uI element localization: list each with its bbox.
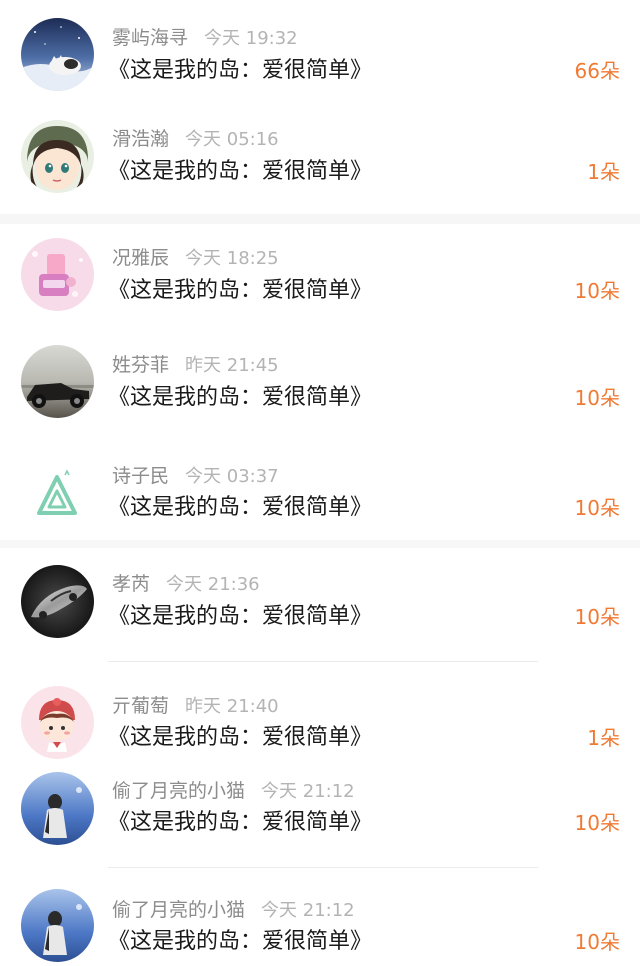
username[interactable]: 偷了月亮的小猫 (112, 780, 245, 802)
cartoon-girl-avatar[interactable] (21, 120, 94, 193)
song-title: 《这是我的岛：爱很简单》 (108, 810, 373, 835)
flower-count: 10朵 (574, 605, 620, 629)
cartoon-kid-avatar[interactable] (21, 686, 94, 759)
timestamp: 昨天 21:40 (185, 696, 279, 717)
meta-line: 况雅辰 今天 18:25 (112, 244, 279, 272)
song-title: 《这是我的岛：爱很简单》 (108, 159, 373, 184)
section-gap (0, 540, 640, 548)
meta-line: 姓芬菲 昨天 21:45 (112, 351, 279, 379)
meta-line: 滑浩瀚 今天 05:16 (112, 125, 279, 153)
username[interactable]: 孝芮 (112, 573, 150, 595)
timestamp: 今天 05:16 (185, 129, 279, 150)
song-title: 《这是我的岛：爱很简单》 (108, 58, 373, 83)
meta-line: 偷了月亮的小猫 今天 21:12 (112, 896, 355, 924)
meta-line: 亓葡萄 昨天 21:40 (112, 692, 279, 720)
green-triangle-avatar[interactable] (21, 455, 94, 528)
username[interactable]: 姓芬菲 (112, 354, 169, 376)
list-item[interactable]: 孝芮 今天 21:36 《这是我的岛：爱很简单》 10朵 (0, 548, 640, 661)
list-item[interactable]: 亓葡萄 昨天 21:40 《这是我的岛：爱很简单》 1朵 (0, 662, 640, 768)
username[interactable]: 况雅辰 (112, 247, 169, 269)
song-title: 《这是我的岛：爱很简单》 (108, 385, 373, 410)
list-item[interactable]: 偷了月亮的小猫 今天 21:12 《这是我的岛：爱很简单》 10朵 (0, 768, 640, 867)
song-title: 《这是我的岛：爱很简单》 (108, 278, 373, 303)
vintage-car-avatar[interactable] (21, 345, 94, 418)
flower-count: 10朵 (574, 279, 620, 303)
song-title: 《这是我的岛：爱很简单》 (108, 604, 373, 629)
section-gap (0, 214, 640, 224)
username[interactable]: 诗子民 (112, 465, 169, 487)
meta-line: 诗子民 今天 03:37 (112, 462, 279, 490)
list-item[interactable]: 况雅辰 今天 18:25 《这是我的岛：爱很简单》 10朵 (0, 224, 640, 331)
timestamp: 今天 03:37 (185, 466, 279, 487)
gift-list: 雾屿海寻 今天 19:32 《这是我的岛：爱很简单》 66朵 滑浩瀚 今天 05:1… (0, 0, 640, 966)
timestamp: 今天 21:12 (261, 900, 355, 921)
list-item[interactable]: 偷了月亮的小猫 今天 21:12 《这是我的岛：爱很简单》 10朵 (0, 868, 640, 966)
timestamp: 今天 19:32 (204, 28, 298, 49)
girl-sea-avatar[interactable] (21, 772, 94, 845)
flower-count: 10朵 (574, 811, 620, 835)
list-item[interactable]: 姓芬菲 昨天 21:45 《这是我的岛：爱很简单》 10朵 (0, 331, 640, 440)
flower-count: 66朵 (574, 59, 620, 83)
timestamp: 今天 18:25 (185, 248, 279, 269)
flower-count: 10朵 (574, 496, 620, 520)
timestamp: 昨天 21:45 (185, 355, 279, 376)
username[interactable]: 雾屿海寻 (112, 27, 188, 49)
flower-count: 10朵 (574, 386, 620, 410)
song-title: 《这是我的岛：爱很简单》 (108, 725, 373, 750)
flower-count: 10朵 (574, 930, 620, 954)
song-title: 《这是我的岛：爱很简单》 (108, 495, 373, 520)
list-item[interactable]: 诗子民 今天 03:37 《这是我的岛：爱很简单》 10朵 (0, 440, 640, 540)
cat-at-night-avatar[interactable] (21, 18, 94, 91)
meta-line: 孝芮 今天 21:36 (112, 570, 260, 598)
flower-count: 1朵 (587, 160, 620, 184)
meta-line: 偷了月亮的小猫 今天 21:12 (112, 777, 355, 805)
meta-line: 雾屿海寻 今天 19:32 (112, 24, 298, 52)
song-title: 《这是我的岛：爱很简单》 (108, 929, 373, 954)
username[interactable]: 滑浩瀚 (112, 128, 169, 150)
girl-sea-avatar[interactable] (21, 889, 94, 962)
pink-candy-avatar[interactable] (21, 238, 94, 311)
silver-car-avatar[interactable] (21, 565, 94, 638)
list-item[interactable]: 滑浩瀚 今天 05:16 《这是我的岛：爱很简单》 1朵 (0, 105, 640, 215)
username[interactable]: 亓葡萄 (112, 695, 169, 717)
timestamp: 今天 21:12 (261, 781, 355, 802)
timestamp: 今天 21:36 (166, 574, 260, 595)
flower-count: 1朵 (587, 726, 620, 750)
username[interactable]: 偷了月亮的小猫 (112, 899, 245, 921)
list-item[interactable]: 雾屿海寻 今天 19:32 《这是我的岛：爱很简单》 66朵 (0, 0, 640, 105)
